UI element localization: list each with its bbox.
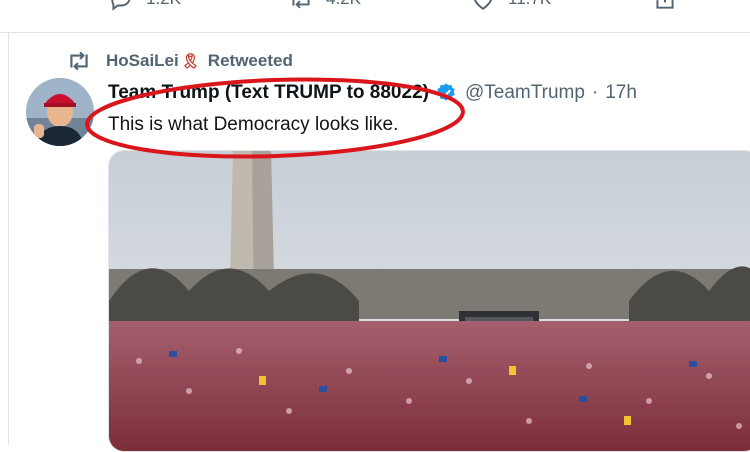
tweet-timestamp[interactable]: 17h (605, 82, 637, 104)
share-button[interactable] (652, 0, 678, 12)
tweet-header: Team Trump (Text TRUMP to 88022) @TeamTr… (108, 82, 637, 104)
heart-icon (473, 0, 493, 10)
tweet-media-image[interactable] (108, 150, 750, 452)
reply-count: 1.2K (146, 0, 181, 9)
verified-badge-icon (437, 83, 455, 101)
avatar-image (26, 78, 94, 146)
retweeter-emoji: 🎗 (180, 53, 200, 70)
avatar[interactable] (26, 78, 94, 146)
retweeted-label: Retweeted (207, 51, 293, 70)
share-icon (656, 0, 674, 9)
handle[interactable]: @TeamTrump (465, 82, 585, 104)
retweet-count: 4.2K (326, 0, 361, 9)
retweet-banner: HoSaiLei 🎗 Retweeted (66, 48, 293, 74)
retweeter-name[interactable]: HoSaiLei (106, 51, 179, 71)
retweet-icon (292, 0, 310, 9)
reply-button[interactable]: 1.2K (108, 0, 181, 12)
tweet-text: This is what Democracy looks like. (108, 114, 399, 135)
reply-icon (111, 0, 131, 11)
previous-tweet-actions: 1.2K 4.2K 11.7K (0, 0, 750, 22)
header-separator: · (591, 82, 599, 103)
timeline-border (8, 32, 9, 445)
retweet-button[interactable]: 4.2K (288, 0, 361, 12)
display-name[interactable]: Team Trump (Text TRUMP to 88022) (108, 82, 429, 104)
crowd-photo (109, 151, 750, 451)
like-count: 11.7K (508, 0, 551, 9)
tweet-divider (0, 32, 750, 33)
like-button[interactable]: 11.7K (470, 0, 551, 12)
retweet-icon (70, 51, 88, 71)
